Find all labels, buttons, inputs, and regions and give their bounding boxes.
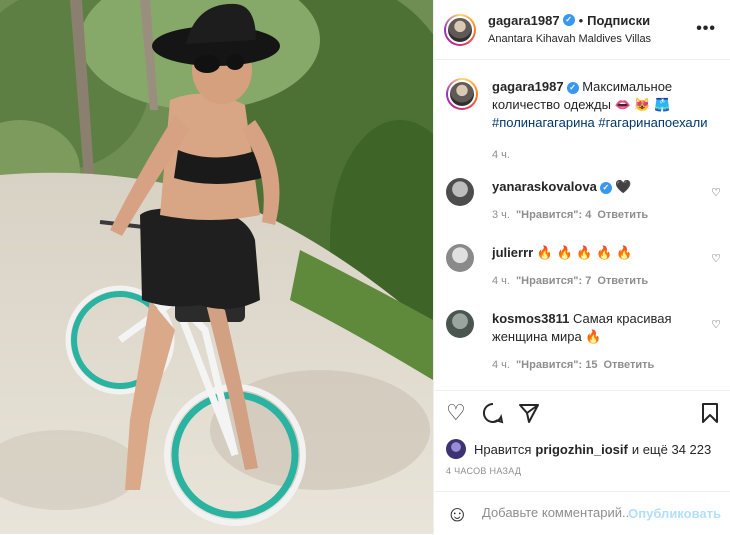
liker-username[interactable]: prigozhin_iosif (535, 442, 627, 457)
caption-time: 4 ч. (492, 149, 510, 161)
commenter-avatar[interactable] (446, 178, 474, 206)
comment-likes[interactable]: "Нравится": 7 (516, 275, 591, 287)
commenter-avatar[interactable] (446, 310, 474, 338)
caption-hashtags[interactable]: #полинагагарина #гагаринапоехали (492, 115, 708, 130)
reply-button[interactable]: Ответить (597, 275, 648, 287)
comment-like-icon[interactable]: ♡ (711, 252, 721, 265)
post-sidebar: gagara1987 ✓ • Подписки Anantara Kihavah Ma… (433, 0, 730, 534)
emoji-icon[interactable]: ☺ (446, 501, 468, 527)
post-actions: ♡ Нравится prigozhin_iosif и ещё 34 223 … (434, 390, 730, 535)
likes-summary: Нравится prigozhin_iosif и ещё 34 223 (446, 439, 711, 459)
separator-dot: • (578, 12, 584, 28)
comment-text: 🔥 🔥 🔥 🔥 🔥 (536, 245, 633, 260)
liker-avatar[interactable] (446, 439, 466, 459)
commenter-avatar[interactable] (446, 244, 474, 272)
commenter-username[interactable]: julierrr (492, 245, 533, 260)
likes-count[interactable]: и ещё 34 223 (632, 442, 711, 457)
reply-button[interactable]: Ответить (597, 209, 648, 221)
author-username[interactable]: gagara1987 (488, 13, 560, 28)
action-icons: ♡ (446, 401, 719, 427)
likes-prefix: Нравится (474, 441, 532, 457)
comment-like-icon[interactable]: ♡ (711, 318, 721, 331)
comment-like-icon[interactable]: ♡ (711, 186, 721, 199)
commenter-username[interactable]: kosmos3811 (492, 311, 569, 326)
caption-avatar[interactable] (446, 78, 478, 110)
comment-input[interactable] (482, 505, 642, 520)
comment-text: 🖤 (615, 179, 632, 194)
commenter-username[interactable]: yanaraskovalova (492, 179, 597, 194)
location-link[interactable]: Anantara Kihavah Maldives Villas (488, 30, 651, 48)
post-header: gagara1987 ✓ • Подписки Anantara Kihavah Ma… (434, 0, 730, 60)
comment-time: 4 ч. (492, 275, 510, 287)
bookmark-icon[interactable] (701, 401, 719, 429)
comment-time: 3 ч. (492, 209, 510, 221)
author-info: gagara1987 ✓ • Подписки Anantara Kihavah Ma… (488, 12, 651, 48)
comment-icon[interactable] (482, 401, 504, 429)
author-avatar[interactable] (444, 13, 476, 46)
verified-icon: ✓ (599, 181, 612, 194)
heart-icon[interactable]: ♡ (446, 401, 466, 425)
verified-icon: ✓ (566, 81, 579, 94)
more-options-icon[interactable]: ••• (696, 20, 716, 38)
comment-likes[interactable]: "Нравится": 15 (516, 359, 597, 371)
instagram-post: gagara1987 ✓ • Подписки Anantara Kihavah Ma… (0, 0, 730, 534)
comment-likes[interactable]: "Нравится": 4 (516, 209, 591, 221)
publish-button[interactable]: Опубликовать (628, 506, 721, 521)
following-button[interactable]: Подписки (587, 13, 650, 28)
post-timestamp: 4 ЧАСОВ НАЗАД (446, 466, 522, 476)
verified-icon: ✓ (562, 14, 575, 27)
reply-button[interactable]: Ответить (603, 359, 654, 371)
photo-illustration (0, 0, 433, 534)
caption-username[interactable]: gagara1987 (492, 79, 564, 94)
share-icon[interactable] (518, 401, 540, 429)
add-comment-bar: ☺ Опубликовать (434, 491, 730, 535)
comment-time: 4 ч. (492, 359, 510, 371)
post-photo[interactable] (0, 0, 433, 534)
